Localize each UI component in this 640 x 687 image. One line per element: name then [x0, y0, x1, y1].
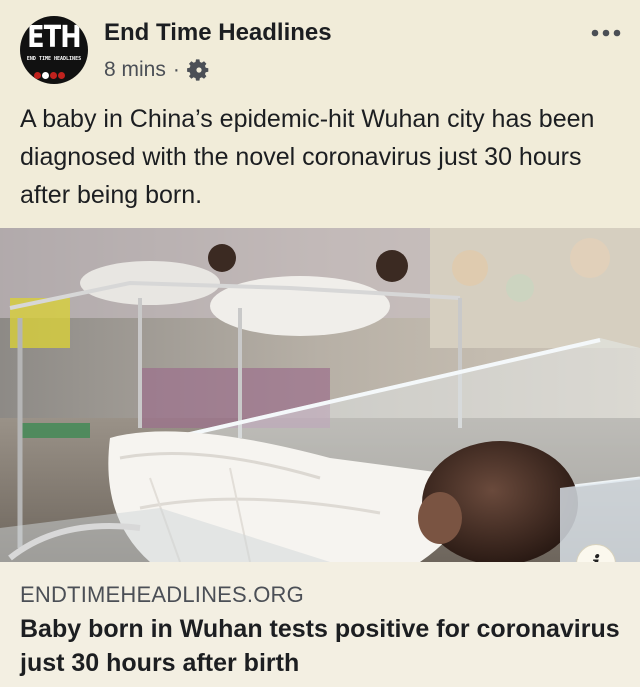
- post-text: A baby in China’s epidemic-hit Wuhan cit…: [20, 105, 595, 209]
- post-timestamp[interactable]: 8 mins: [104, 58, 166, 82]
- facebook-post: ETH END TIME HEADLINES End Time Headline…: [0, 0, 640, 687]
- avatar-logo-subtext: END TIME HEADLINES: [26, 56, 82, 62]
- link-title[interactable]: Baby born in Wuhan tests positive for co…: [20, 612, 620, 680]
- page-avatar[interactable]: ETH END TIME HEADLINES: [20, 16, 88, 84]
- more-options-icon[interactable]: [588, 20, 624, 46]
- avatar-logo-text: ETH: [27, 20, 81, 55]
- link-preview-image[interactable]: [0, 228, 640, 562]
- link-domain[interactable]: ENDTIMEHEADLINES.ORG: [20, 582, 304, 608]
- post-meta: 8 mins ·: [104, 56, 211, 84]
- gear-icon[interactable]: [186, 58, 211, 82]
- post-header: ETH END TIME HEADLINES End Time Headline…: [0, 0, 640, 96]
- meta-separator: ·: [172, 58, 180, 81]
- page-name-link[interactable]: End Time Headlines: [104, 19, 332, 47]
- avatar-logo-dots: [34, 66, 74, 79]
